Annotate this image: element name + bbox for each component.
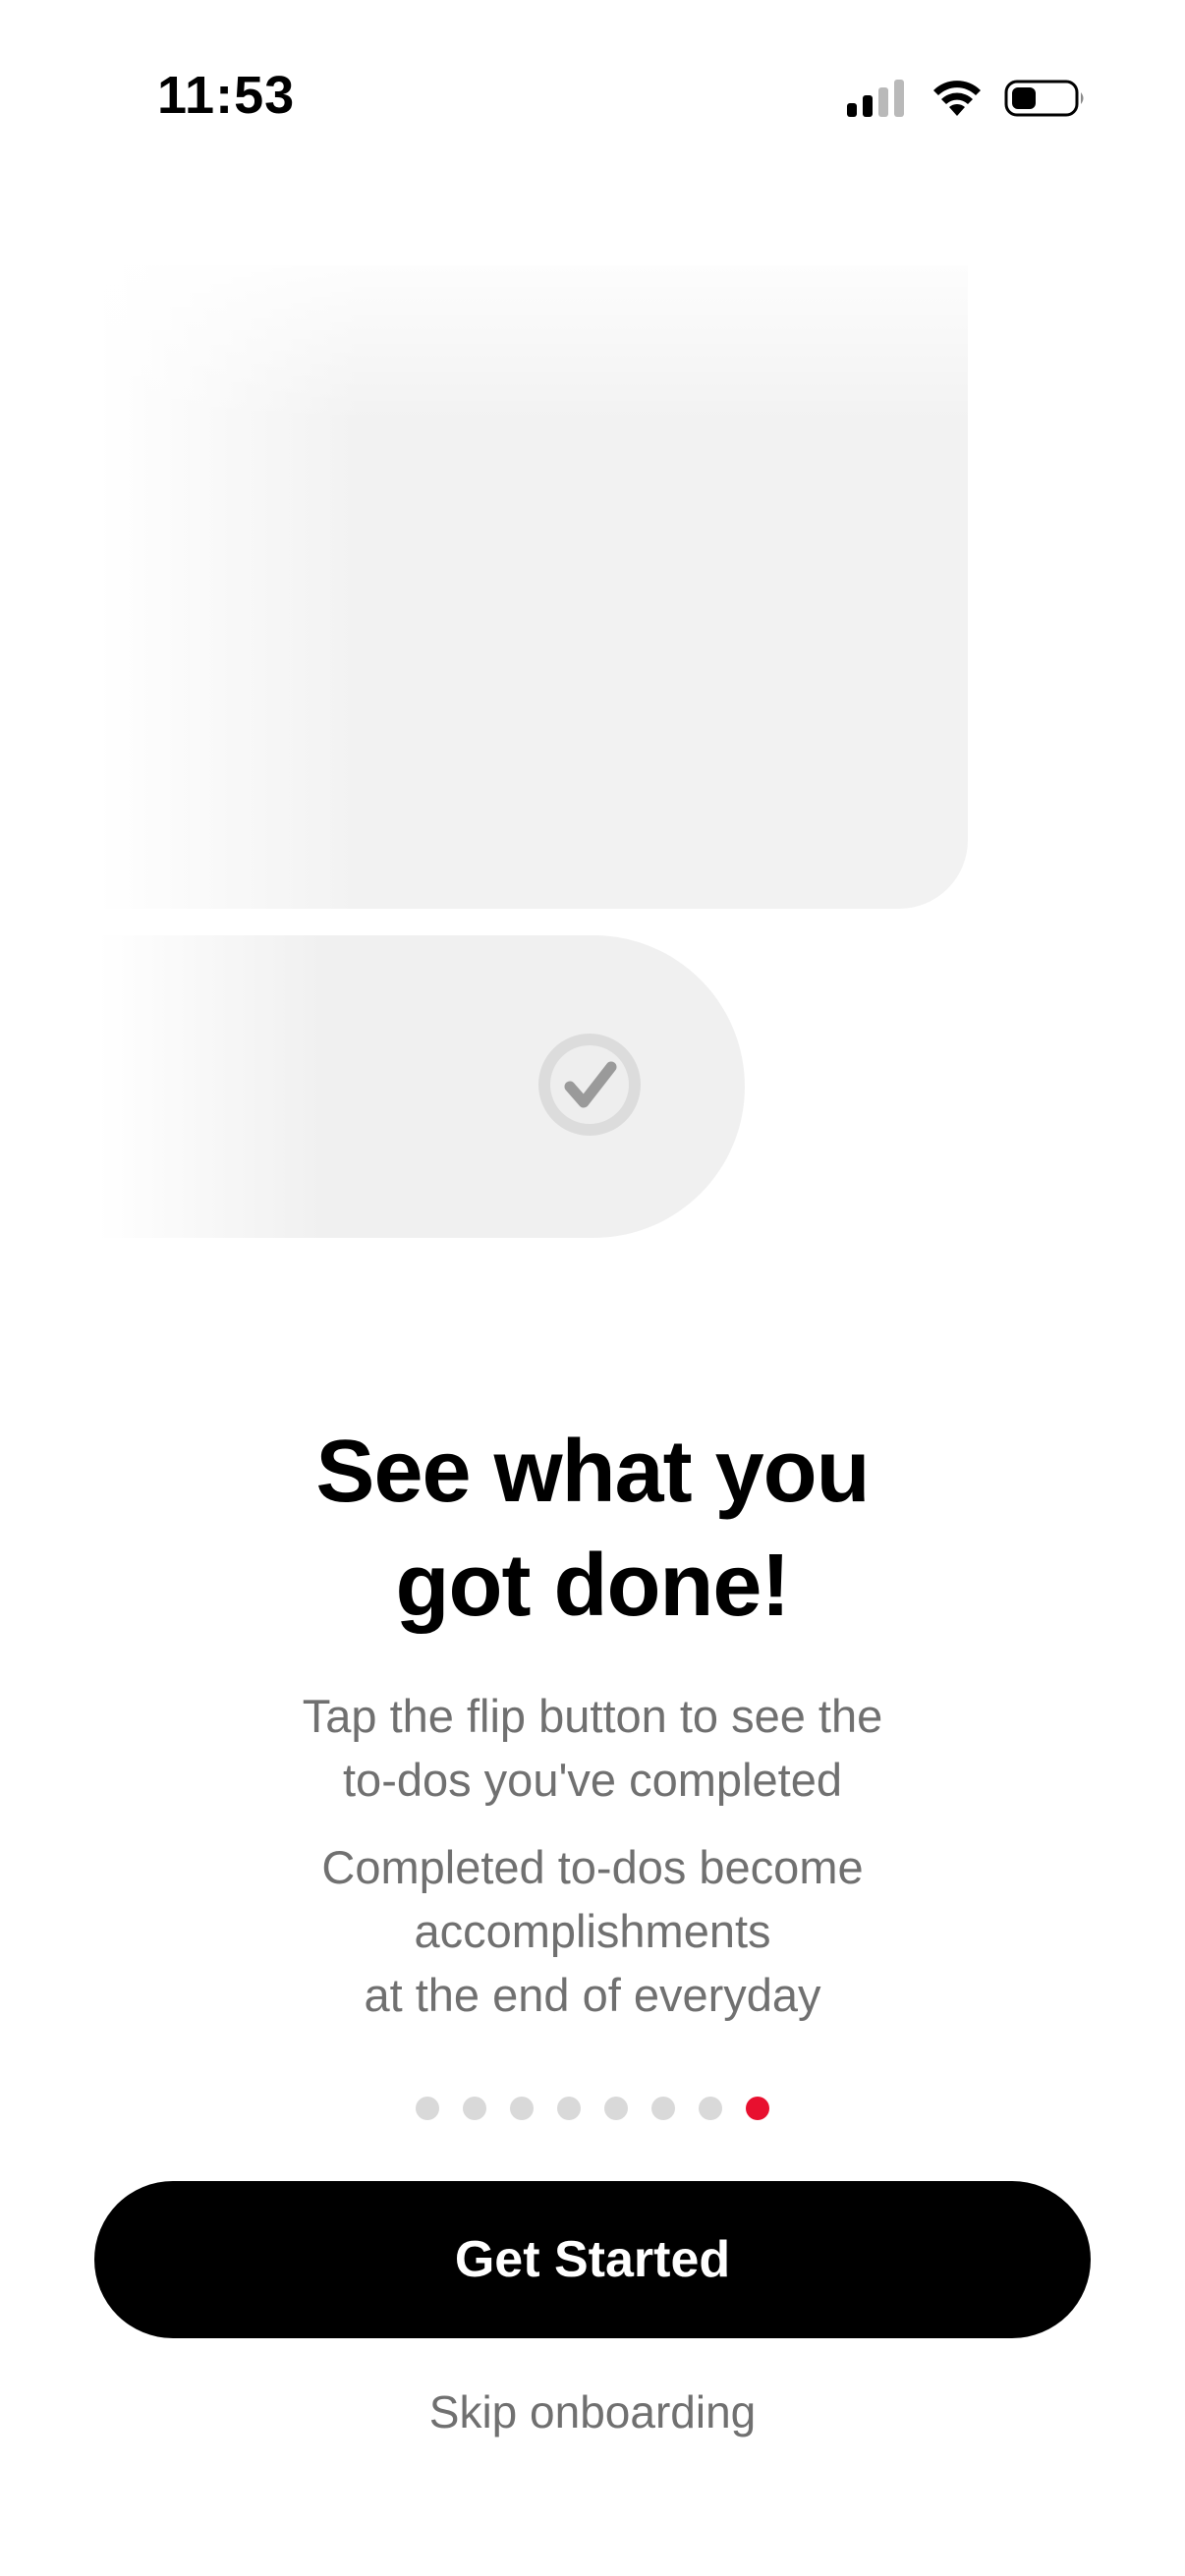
page-dot[interactable] [557,2097,581,2120]
page-dot[interactable] [699,2097,722,2120]
page-dot[interactable] [604,2097,628,2120]
page-title-line: got done! [395,1537,791,1635]
page-dot-active[interactable] [746,2097,769,2120]
description-line: to-dos you've completed [343,1754,842,1806]
page-indicator [0,2097,1185,2120]
description-line: at the end of everyday [364,1969,821,2021]
description-line: Completed to-dos become [321,1841,864,1893]
page-dot[interactable] [463,2097,486,2120]
description-line: Tap the flip button to see the [302,1690,883,1742]
description-paragraph: Tap the flip button to see the to-dos yo… [0,1684,1185,1812]
illustration-card [98,265,968,909]
page-dot[interactable] [651,2097,675,2120]
checkmark-circle-icon [538,1034,641,1136]
illustration [0,0,1185,1277]
page-title: See what you got done! [0,1415,1185,1643]
description-line: accomplishments [414,1905,771,1957]
description-paragraph: Completed to-dos become accomplishments … [0,1835,1185,2027]
page-dot[interactable] [416,2097,439,2120]
page-title-line: See what you [315,1423,870,1521]
get-started-button[interactable]: Get Started [94,2181,1091,2338]
skip-onboarding-link[interactable]: Skip onboarding [0,2385,1185,2438]
page-dot[interactable] [510,2097,534,2120]
